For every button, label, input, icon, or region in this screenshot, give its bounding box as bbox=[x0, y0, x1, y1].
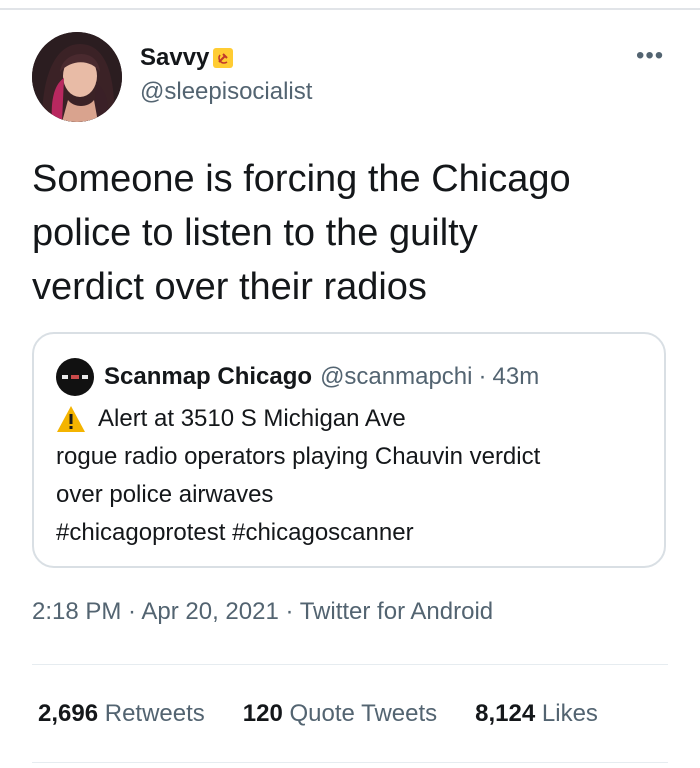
quoted-tweet-line: over police airwaves bbox=[56, 481, 274, 508]
quoted-tweet-alert: Alert at 3510 S Michigan Ave bbox=[98, 405, 406, 432]
divider bbox=[32, 762, 668, 763]
tweet-timestamp-source[interactable]: 2:18 PM · Apr 20, 2021 · Twitter for And… bbox=[32, 598, 493, 626]
quoted-author-handle[interactable]: @scanmapchi bbox=[320, 363, 472, 391]
quoted-tweet-card[interactable]: Scanmap Chicago @scanmapchi · 43m Alert … bbox=[32, 332, 666, 568]
retweets-label: Retweets bbox=[104, 700, 205, 727]
warning-icon bbox=[57, 406, 85, 432]
more-options-icon[interactable]: ••• bbox=[636, 42, 664, 70]
author-name[interactable]: Savvy bbox=[140, 44, 209, 72]
quote-tweets-count: 120 bbox=[242, 700, 283, 727]
likes-stat[interactable]: 8,124 Likes bbox=[475, 700, 598, 728]
hammer-sickle-icon bbox=[213, 48, 234, 68]
author-avatar[interactable] bbox=[32, 32, 122, 122]
engagement-stats: 2,696 Retweets 120 Quote Tweets 8,124 Li… bbox=[38, 700, 598, 728]
quoted-tweet-hashtags[interactable]: #chicagoprotest #chicagoscanner bbox=[56, 514, 646, 552]
avatar-photo-icon bbox=[32, 32, 122, 122]
quoted-tweet-line: Alert at 3510 S Michigan Ave bbox=[56, 400, 646, 438]
quoted-tweet-line: rogue radio operators playing Chauvin ve… bbox=[56, 443, 541, 470]
retweets-stat[interactable]: 2,696 Retweets bbox=[38, 700, 205, 728]
tweet-text-line: verdict over their radios bbox=[32, 266, 427, 308]
tweet-text-line: Someone is forcing the Chicago bbox=[32, 158, 571, 200]
quoted-author-avatar[interactable] bbox=[56, 358, 94, 396]
quote-tweets-stat[interactable]: 120 Quote Tweets bbox=[243, 700, 437, 728]
top-border bbox=[0, 8, 700, 10]
likes-count: 8,124 bbox=[475, 700, 536, 727]
author-name-row: Savvy bbox=[140, 44, 234, 72]
separator-dot: · bbox=[478, 363, 487, 390]
quoted-tweet-header: Scanmap Chicago @scanmapchi · 43m bbox=[56, 358, 539, 396]
tweet-text: Someone is forcing the Chicago police to… bbox=[32, 152, 662, 314]
author-handle[interactable]: @sleepisocialist bbox=[140, 78, 312, 106]
quoted-tweet-body: Alert at 3510 S Michigan Ave rogue radio… bbox=[56, 400, 646, 552]
likes-label: Likes bbox=[541, 700, 598, 727]
quoted-author-name[interactable]: Scanmap Chicago bbox=[104, 363, 312, 391]
quoted-tweet-time[interactable]: 43m bbox=[493, 363, 540, 391]
divider bbox=[32, 664, 668, 665]
retweets-count: 2,696 bbox=[38, 700, 99, 727]
quote-tweets-label: Quote Tweets bbox=[289, 700, 438, 727]
tweet-text-line: police to listen to the guilty bbox=[32, 212, 478, 254]
